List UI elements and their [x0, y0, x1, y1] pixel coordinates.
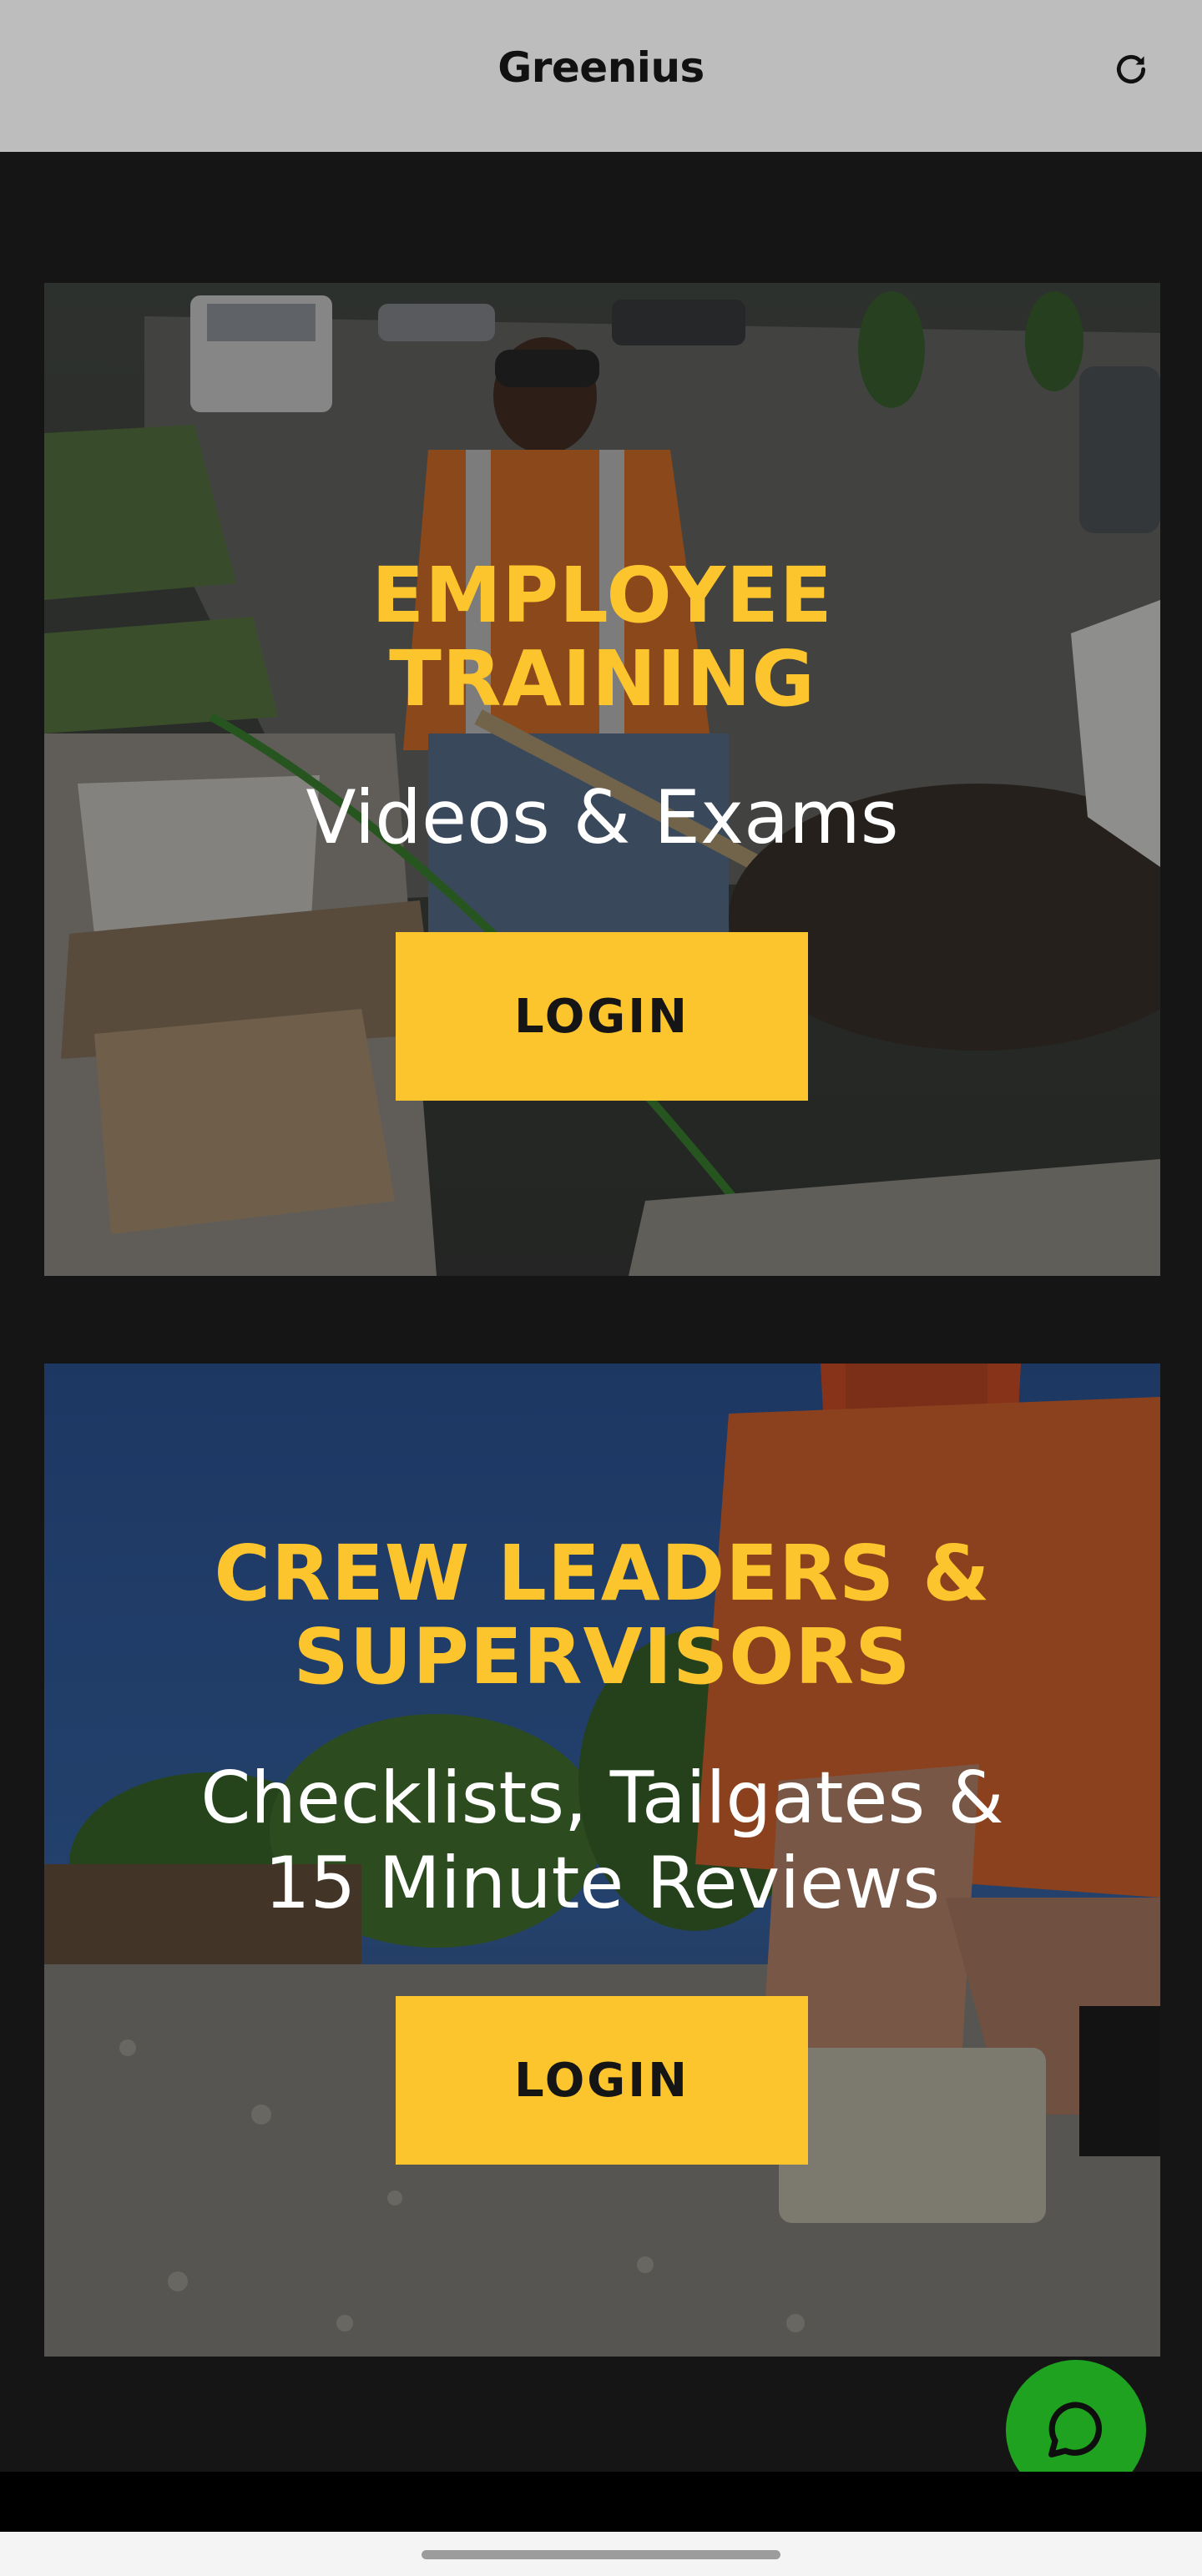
home-indicator[interactable]: [422, 2550, 780, 2559]
card-title: EMPLOYEE TRAINING: [44, 554, 1160, 721]
card-title-line: SUPERVISORS: [293, 1612, 912, 1701]
chat-bubble-icon: [1048, 2402, 1103, 2458]
refresh-button[interactable]: [1107, 45, 1155, 93]
card-subtitle-line: Videos & Exams: [306, 774, 899, 860]
employee-login-button[interactable]: LOGIN: [396, 932, 808, 1101]
card-title-line: CREW LEADERS &: [214, 1529, 991, 1618]
card-subtitle-line: 15 Minute Reviews: [264, 1842, 941, 1925]
card-title: CREW LEADERS & SUPERVISORS: [44, 1532, 1160, 1699]
card-subtitle: Videos & Exams: [44, 775, 1160, 860]
system-navigation-bar: [0, 2532, 1202, 2576]
main-content: EMPLOYEE TRAINING Videos & Exams LOGIN C…: [0, 152, 1202, 2472]
card-subtitle-line: Checklists, Tailgates &: [200, 1757, 1004, 1840]
card-title-line: TRAINING: [389, 634, 816, 723]
crew-leaders-card: CREW LEADERS & SUPERVISORS Checklists, T…: [44, 1364, 1160, 2357]
app-title: Greenius: [497, 43, 705, 92]
employee-training-card: EMPLOYEE TRAINING Videos & Exams LOGIN: [44, 283, 1160, 1276]
bottom-bar: [0, 2472, 1202, 2532]
card-title-line: EMPLOYEE: [371, 551, 833, 640]
refresh-icon: [1116, 54, 1146, 83]
crew-login-button[interactable]: LOGIN: [396, 1996, 808, 2165]
card-subtitle: Checklists, Tailgates & 15 Minute Review…: [44, 1756, 1160, 1926]
app-bar: Greenius: [0, 0, 1202, 152]
